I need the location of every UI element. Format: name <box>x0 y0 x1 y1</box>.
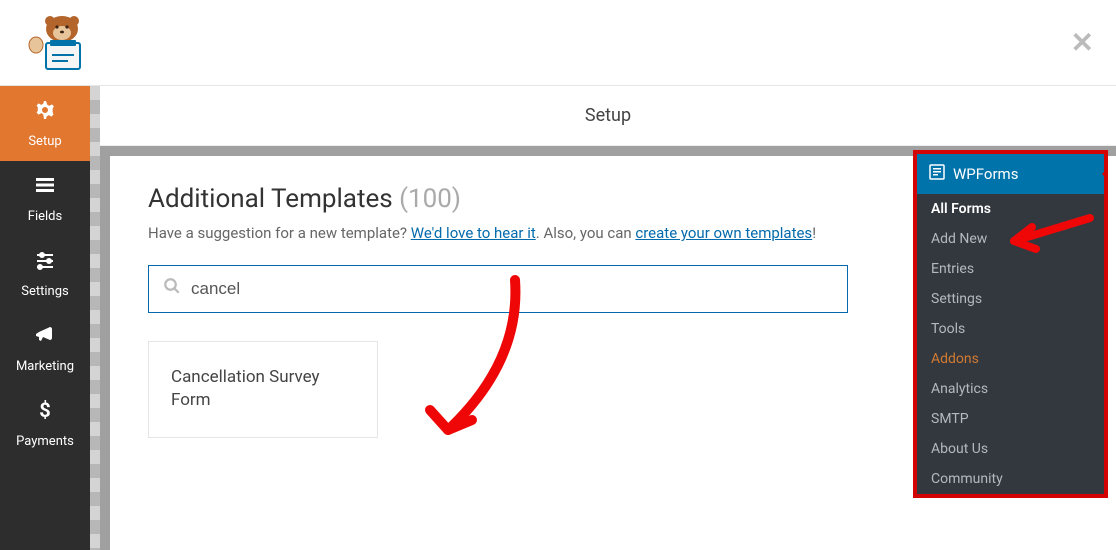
search-icon <box>163 277 181 300</box>
panel-resize-grip[interactable] <box>90 86 100 550</box>
suggestion-link-create[interactable]: create your own templates <box>635 224 812 242</box>
search-input[interactable] <box>191 279 833 299</box>
form-icon <box>929 164 945 184</box>
wp-menu-tools[interactable]: Tools <box>917 314 1104 344</box>
wp-menu-settings[interactable]: Settings <box>917 284 1104 314</box>
sidebar-label: Settings <box>21 284 68 299</box>
wp-menu-smtp[interactable]: SMTP <box>917 404 1104 434</box>
wp-menu-entries[interactable]: Entries <box>917 254 1104 284</box>
template-search[interactable] <box>148 265 848 313</box>
wp-menu-all-forms[interactable]: All Forms <box>917 194 1104 224</box>
wp-menu-addons[interactable]: Addons <box>917 344 1104 374</box>
templates-heading-text: Additional Templates <box>148 184 393 214</box>
sidebar-item-payments[interactable]: $ Payments <box>0 386 90 461</box>
sliders-icon <box>33 248 57 278</box>
dollar-icon: $ <box>33 398 57 428</box>
mascot-logo <box>22 13 92 73</box>
sidebar-label: Fields <box>28 209 62 224</box>
sidebar-item-fields[interactable]: Fields <box>0 161 90 236</box>
template-card[interactable]: Cancellation Survey Form <box>148 341 378 439</box>
bullhorn-icon <box>33 323 57 353</box>
sidebar-label: Payments <box>16 434 74 449</box>
list-icon <box>33 173 57 203</box>
wpforms-menu-header[interactable]: WPForms <box>917 154 1104 194</box>
wp-menu-community[interactable]: Community <box>917 464 1104 494</box>
close-icon[interactable]: ✕ <box>1071 26 1094 59</box>
sidebar-item-marketing[interactable]: Marketing <box>0 311 90 386</box>
wpforms-menu-label: WPForms <box>953 165 1018 183</box>
suggestion-prefix: Have a suggestion for a new template? <box>148 224 411 242</box>
sidebar-label: Marketing <box>16 359 74 374</box>
wpforms-admin-menu: WPForms All Forms Add New Entries Settin… <box>913 150 1108 498</box>
wp-menu-about[interactable]: About Us <box>917 434 1104 464</box>
suggestion-mid: . Also, you can <box>536 224 636 242</box>
suggestion-suffix: ! <box>812 224 816 242</box>
page-title: Setup <box>100 86 1116 146</box>
sidebar-item-settings[interactable]: Settings <box>0 236 90 311</box>
svg-text:$: $ <box>39 398 50 422</box>
builder-sidebar: Setup Fields Settings Marketing $ Paymen… <box>0 86 90 550</box>
sidebar-item-setup[interactable]: Setup <box>0 86 90 161</box>
suggestion-link-hear[interactable]: We'd love to hear it <box>411 224 536 242</box>
gear-icon <box>33 98 57 128</box>
wp-menu-add-new[interactable]: Add New <box>917 224 1104 254</box>
wp-menu-analytics[interactable]: Analytics <box>917 374 1104 404</box>
template-card-title: Cancellation Survey Form <box>171 367 320 411</box>
sidebar-label: Setup <box>28 134 61 149</box>
templates-count: (100) <box>399 184 461 214</box>
top-bar: ✕ <box>0 0 1116 86</box>
